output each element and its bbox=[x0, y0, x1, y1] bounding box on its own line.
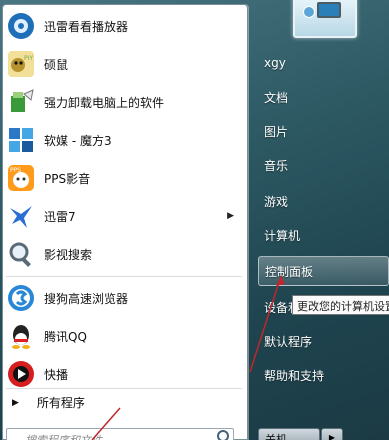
right-item-default-programs[interactable]: 默认程序 bbox=[258, 326, 389, 356]
program-label: 迅雷看看播放器 bbox=[44, 19, 129, 34]
right-item-control-panel[interactable]: 控制面板 bbox=[258, 256, 389, 286]
right-item-label: 游戏 bbox=[264, 194, 289, 209]
shutdown-options-arrow-icon[interactable]: ▶ bbox=[321, 428, 343, 440]
control-panel-tooltip: 更改您的计算机设置 bbox=[292, 295, 389, 315]
right-item-label: 计算机 bbox=[264, 228, 301, 243]
right-item-computer[interactable]: 计算机 bbox=[258, 220, 389, 250]
right-item-label: 帮助和支持 bbox=[264, 368, 325, 383]
program-label: 软媒 - 魔方3 bbox=[44, 133, 112, 148]
right-item-label: 图片 bbox=[264, 124, 289, 139]
search-icon[interactable] bbox=[217, 430, 229, 440]
program-label: 搜狗高速浏览器 bbox=[44, 291, 129, 306]
right-item-games[interactable]: 游戏 bbox=[258, 186, 389, 216]
pps-icon: PPS bbox=[6, 163, 36, 193]
program-label: 影视搜索 bbox=[44, 247, 93, 262]
all-programs-button[interactable]: ▶ 所有程序 bbox=[12, 394, 85, 411]
program-item-kuaibo[interactable]: 快播 bbox=[4, 356, 242, 392]
program-label: PPS影音 bbox=[44, 171, 91, 186]
program-item-shuoshu[interactable]: PIY 硕鼠 bbox=[4, 46, 242, 82]
right-item-label: 音乐 bbox=[264, 158, 289, 173]
program-item-xunlei7[interactable]: 迅雷7 ▶ bbox=[4, 198, 242, 234]
right-item-documents[interactable]: 文档 bbox=[258, 82, 389, 112]
right-item-label: 控制面板 bbox=[265, 264, 314, 279]
sogou-browser-icon bbox=[6, 283, 36, 313]
submenu-arrow-icon: ▶ bbox=[227, 211, 234, 221]
all-programs-divider bbox=[6, 388, 242, 389]
video-search-icon bbox=[6, 239, 36, 269]
uninstall-icon bbox=[6, 87, 36, 117]
program-label: 硕鼠 bbox=[44, 57, 69, 72]
right-item-label: xgy bbox=[264, 56, 286, 70]
program-label: 腾讯QQ bbox=[44, 329, 87, 344]
program-label: 迅雷7 bbox=[44, 209, 76, 224]
right-item-label: 默认程序 bbox=[264, 334, 313, 349]
program-list-divider bbox=[6, 276, 242, 277]
search-input[interactable]: 搜索程序和文件 bbox=[6, 428, 234, 440]
shuoshu-icon: PIY bbox=[6, 49, 36, 79]
right-item-pictures[interactable]: 图片 bbox=[258, 116, 389, 146]
all-programs-label: 所有程序 bbox=[36, 396, 85, 410]
right-item-help-support[interactable]: 帮助和支持 bbox=[258, 360, 389, 390]
right-item-label: 文档 bbox=[264, 90, 289, 105]
right-item-user-folder[interactable]: xgy bbox=[258, 48, 389, 78]
program-item-xunlei-kankan[interactable]: 迅雷看看播放器 bbox=[4, 8, 242, 44]
program-label: 快播 bbox=[44, 367, 69, 382]
program-item-qq[interactable]: 腾讯QQ bbox=[4, 318, 242, 354]
xunlei-kankan-icon bbox=[6, 11, 36, 41]
program-item-mofang[interactable]: 软媒 - 魔方3 bbox=[4, 122, 242, 158]
svg-text:PIY: PIY bbox=[24, 55, 33, 62]
kuaibo-icon bbox=[6, 359, 36, 389]
user-picture[interactable] bbox=[293, 0, 357, 38]
program-label: 强力卸载电脑上的软件 bbox=[44, 95, 165, 110]
user-picture-monitor-icon bbox=[317, 2, 341, 18]
svg-text:PPS: PPS bbox=[10, 167, 21, 174]
program-item-video-search[interactable]: 影视搜索 bbox=[4, 236, 242, 272]
qq-icon bbox=[6, 321, 36, 351]
user-picture-ball-icon bbox=[303, 6, 315, 18]
program-item-sogou-browser[interactable]: 搜狗高速浏览器 bbox=[4, 280, 242, 316]
expand-arrow-icon: ▶ bbox=[12, 397, 19, 408]
program-item-uninstall[interactable]: 强力卸载电脑上的软件 bbox=[4, 84, 242, 120]
right-item-music[interactable]: 音乐 bbox=[258, 150, 389, 180]
shutdown-button[interactable]: 关机 bbox=[258, 428, 320, 440]
xunlei-icon bbox=[6, 201, 36, 231]
program-item-pps[interactable]: PPS PPS影音 bbox=[4, 160, 242, 196]
mofang-icon bbox=[6, 125, 36, 155]
